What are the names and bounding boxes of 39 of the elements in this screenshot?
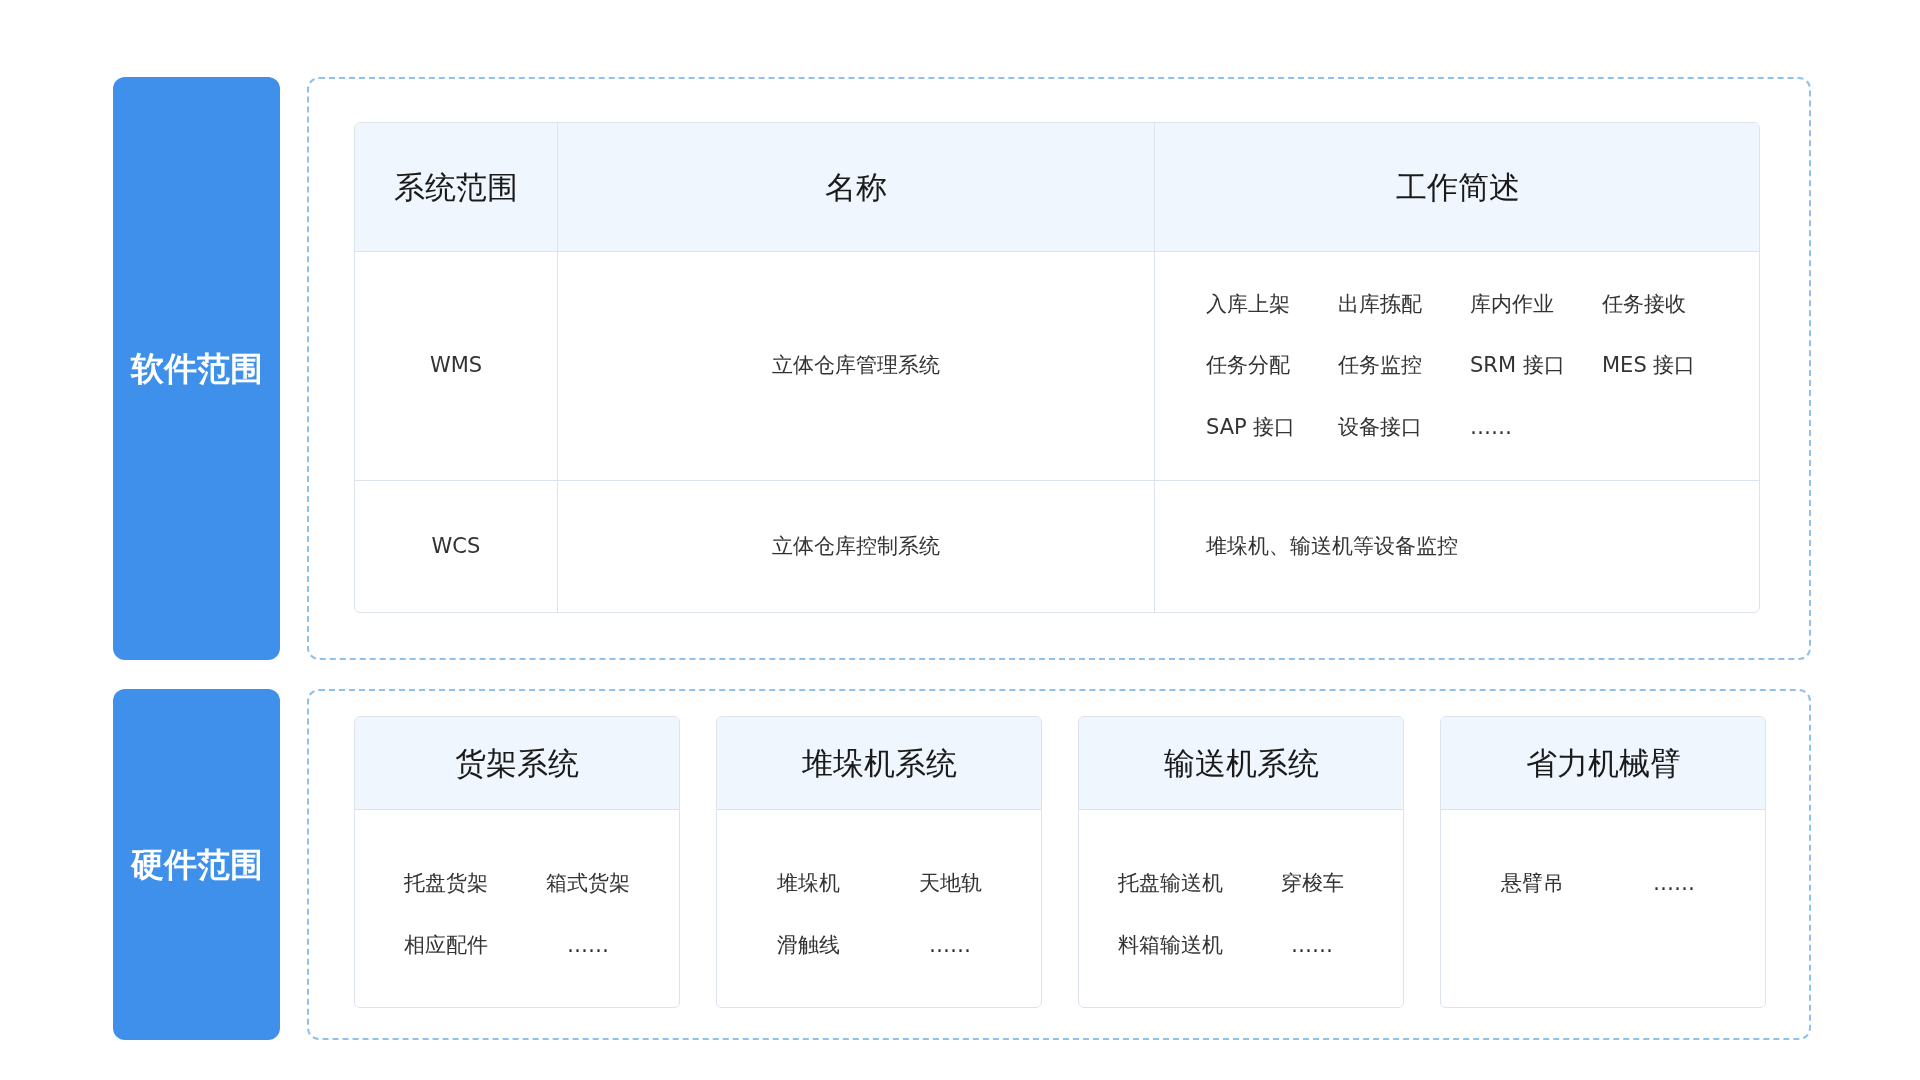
card-item: …… [1291, 931, 1333, 959]
card-item: …… [567, 931, 609, 959]
work-item: 设备接口 [1338, 413, 1423, 441]
card-item: 悬臂吊 [1500, 870, 1564, 897]
work-item: SAP 接口 [1206, 413, 1297, 441]
card-title: 货架系统 [455, 743, 579, 783]
work-item: 任务监控 [1338, 352, 1423, 380]
card-item: 天地轨 [918, 870, 982, 897]
table-cell-text: 立体仓库控制系统 [772, 532, 940, 560]
table-cell-text: 堆垛机、输送机等设备监控 [1206, 532, 1458, 560]
work-item: 出库拣配 [1338, 290, 1423, 318]
card-item: 相应配件 [404, 931, 488, 959]
card-title: 堆垛机系统 [801, 743, 957, 783]
card-item: …… [929, 931, 971, 959]
card-item: 堆垛机 [776, 870, 840, 897]
table-cell-text: WCS [431, 532, 481, 560]
card-title: 输送机系统 [1163, 743, 1319, 783]
column-header: 名称 [825, 167, 887, 207]
column-header: 系统范围 [394, 167, 518, 207]
card-item: 滑触线 [776, 931, 840, 959]
card-item: 托盘货架 [404, 870, 488, 897]
work-item: …… [1470, 413, 1513, 441]
work-item: 库内作业 [1470, 290, 1555, 318]
table-cell-text: WMS [429, 352, 483, 380]
card-title: 省力机械臂 [1525, 743, 1681, 783]
work-item: 任务分配 [1206, 352, 1291, 380]
card-item: 箱式货架 [546, 870, 630, 897]
card-item: …… [1653, 870, 1695, 897]
work-item: SRM 接口 [1470, 352, 1566, 380]
card-item: 托盘输送机 [1117, 870, 1223, 897]
work-item: 任务接收 [1602, 290, 1687, 318]
work-item: MES 接口 [1602, 352, 1697, 380]
work-item: 入库上架 [1206, 290, 1291, 318]
section-label: 硬件范围 [130, 843, 263, 886]
column-header: 工作简述 [1396, 167, 1520, 207]
card-item: 穿梭车 [1280, 870, 1344, 897]
table-cell-text: 立体仓库管理系统 [772, 352, 940, 380]
card-item: 料箱输送机 [1117, 931, 1223, 959]
section-label: 软件范围 [130, 347, 263, 390]
